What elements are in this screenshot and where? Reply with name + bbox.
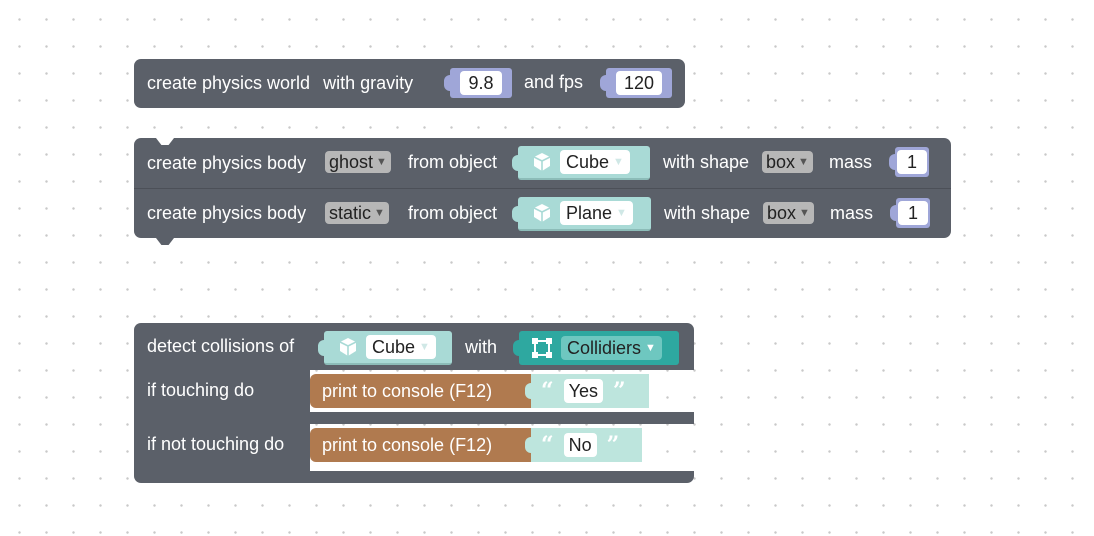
body-label: create physics body <box>147 152 307 173</box>
shape-dropdown-2[interactable]: box ▼ <box>763 202 814 224</box>
cube-icon <box>533 204 551 222</box>
gravity-input-slot[interactable]: 9.8 <box>444 68 512 98</box>
collider-value: Collidiers <box>567 338 642 358</box>
body-mode-value: static <box>329 203 372 223</box>
triangle-down-icon: ▼ <box>613 156 624 168</box>
open-quote-icon: “ <box>541 432 554 458</box>
object-value: Plane <box>566 203 613 223</box>
object-value: Cube <box>566 152 610 172</box>
close-quote-icon: ” <box>606 432 620 458</box>
mass-label: mass <box>830 203 874 223</box>
triangle-down-icon: ▼ <box>616 207 627 219</box>
fps-input[interactable]: 120 <box>615 71 663 95</box>
body-mode-value: ghost <box>329 152 374 172</box>
collision-object-slot[interactable]: Cube ▼ <box>318 331 452 365</box>
with-shape-label: with shape <box>664 203 751 223</box>
print-touching-block[interactable]: print to console (F12) <box>310 374 531 408</box>
mass-input[interactable]: 1 <box>898 201 928 225</box>
string-slot-yes[interactable]: “ Yes ” <box>525 374 649 408</box>
shape-value: box <box>767 203 797 223</box>
triangle-down-icon: ▼ <box>799 207 810 219</box>
triangle-down-icon: ▼ <box>419 341 430 353</box>
create-physics-body-stack[interactable]: create physics body ghost ▼ from object C… <box>134 138 951 246</box>
print-label: print to console (F12) <box>322 434 493 455</box>
triangle-down-icon: ▼ <box>374 207 385 219</box>
fps-label: and fps <box>524 72 584 92</box>
mass-input[interactable]: 1 <box>897 150 927 174</box>
triangle-down-icon: ▼ <box>376 156 387 168</box>
bounding-box-icon <box>532 338 552 358</box>
branch-separator <box>310 412 694 424</box>
open-quote-icon: “ <box>541 378 554 404</box>
with-label: with <box>465 337 498 357</box>
gravity-input[interactable]: 9.8 <box>460 71 502 95</box>
collider-slot[interactable]: Collidiers ▼ <box>513 331 679 365</box>
print-not-touching-block[interactable]: print to console (F12) <box>310 428 531 462</box>
close-quote-icon: ” <box>613 378 626 404</box>
if-not-touching-label: if not touching do <box>147 434 285 454</box>
mass-label: mass <box>829 152 873 172</box>
from-object-label: from object <box>408 203 498 223</box>
gravity-label: with gravity <box>323 73 414 93</box>
cube-icon <box>533 153 551 171</box>
fps-input-slot[interactable]: 120 <box>600 68 672 98</box>
object-dropdown-2[interactable]: Plane ▼ <box>560 201 633 225</box>
print-label: print to console (F12) <box>322 380 493 401</box>
mass-input-slot-2[interactable]: 1 <box>890 198 930 228</box>
collider-dropdown[interactable]: Collidiers ▼ <box>561 336 662 360</box>
create-physics-world-block[interactable]: create physics world with gravity 9.8 an… <box>134 59 685 108</box>
triangle-down-icon: ▼ <box>645 342 656 354</box>
mass-input-slot-1[interactable]: 1 <box>889 147 929 177</box>
collision-footer <box>134 471 694 483</box>
block-bottom-tab <box>156 238 174 245</box>
string-slot-no[interactable]: “ No ” <box>525 428 642 462</box>
object-dropdown-1[interactable]: Cube ▼ <box>560 150 630 174</box>
shape-dropdown-1[interactable]: box ▼ <box>762 151 813 173</box>
triangle-down-icon: ▼ <box>798 156 809 168</box>
if-touching-label: if touching do <box>147 380 255 400</box>
cube-icon <box>339 338 357 356</box>
body-label: create physics body <box>147 203 307 223</box>
detect-collisions-block[interactable]: detect collisions of Cube ▼ with Collidie… <box>134 323 694 483</box>
object-slot-1[interactable]: Cube ▼ <box>512 146 650 180</box>
with-shape-label: with shape <box>663 152 750 172</box>
body-mode-dropdown-2[interactable]: static ▼ <box>325 202 389 224</box>
detect-collisions-label: detect collisions of <box>147 336 295 356</box>
world-label: create physics world <box>147 73 311 93</box>
object-value: Cube <box>372 337 416 357</box>
string-input-yes[interactable]: Yes <box>563 379 604 403</box>
body-mode-dropdown-1[interactable]: ghost ▼ <box>325 151 391 173</box>
shape-value: box <box>766 152 796 172</box>
collision-object-dropdown[interactable]: Cube ▼ <box>366 335 436 359</box>
object-slot-2[interactable]: Plane ▼ <box>512 197 651 231</box>
string-input-no[interactable]: No <box>563 433 597 457</box>
from-object-label: from object <box>408 152 498 172</box>
